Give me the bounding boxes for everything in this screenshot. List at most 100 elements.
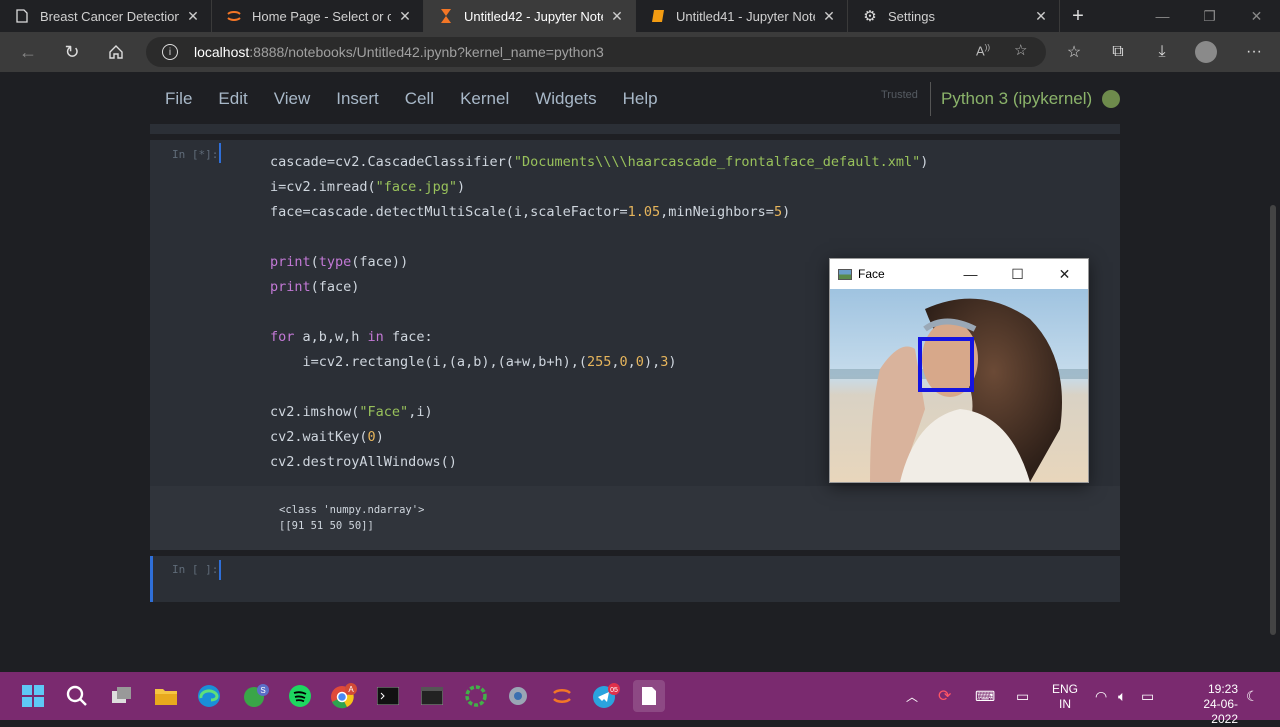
read-aloud-icon[interactable]: A)): [976, 43, 990, 58]
volume-icon[interactable]: 🔈︎: [1118, 672, 1126, 720]
task-view-icon[interactable]: [106, 680, 138, 712]
close-icon[interactable]: ✕: [1041, 259, 1088, 289]
window-app-icon: [838, 268, 852, 280]
menu-view[interactable]: View: [261, 89, 324, 109]
kernel-status-icon: [1102, 90, 1121, 108]
lang-line2: IN: [1059, 697, 1071, 711]
cell-prompt: In [*]:: [172, 148, 219, 161]
face-image: [830, 289, 1088, 482]
url-path: :8888/notebooks/Untitled42.ipynb?kernel_…: [249, 44, 604, 60]
settings-gear-icon[interactable]: [502, 680, 534, 712]
tab-breast-cancer-detection[interactable]: Breast Cancer Detection ✕: [0, 0, 212, 32]
home-icon[interactable]: [94, 32, 138, 72]
menu-help[interactable]: Help: [610, 89, 671, 109]
show-hidden-icons[interactable]: ︿: [906, 672, 918, 720]
tab-label: Home Page - Select or crea: [252, 8, 391, 24]
close-icon[interactable]: ✕: [1033, 8, 1049, 24]
code-line: print(face): [270, 279, 360, 295]
menu-widgets[interactable]: Widgets: [522, 89, 609, 109]
face-window-title: Face: [858, 267, 885, 281]
wifi-icon[interactable]: ◠: [1095, 672, 1107, 720]
add-favorite-icon[interactable]: ☆: [1014, 41, 1027, 59]
face-window[interactable]: Face — ☐ ✕: [829, 258, 1089, 483]
window-controls: — ❐ ✕: [1139, 0, 1280, 32]
spotify-icon[interactable]: [284, 680, 316, 712]
tab-settings[interactable]: ⚙ Settings ✕: [848, 0, 1060, 32]
code-line: cv2.imshow("Face",i): [270, 404, 433, 420]
new-tab-button[interactable]: +: [1060, 0, 1096, 32]
start-icon[interactable]: [17, 680, 49, 712]
url-host: localhost: [194, 44, 250, 60]
terminal-icon[interactable]: [372, 680, 404, 712]
edge-icon[interactable]: [193, 680, 225, 712]
back-icon[interactable]: ←: [6, 32, 50, 72]
chrome-icon[interactable]: A: [328, 680, 360, 712]
tab-untitled41[interactable]: Untitled41 - Jupyter Notebo ✕: [636, 0, 848, 32]
file-explorer-icon[interactable]: [150, 680, 182, 712]
info-icon[interactable]: i: [162, 44, 178, 60]
address-bar-row: ← ↻ i localhost:8888/notebooks/Untitled4…: [0, 32, 1280, 72]
clock[interactable]: 19:23 24-06-2022: [1178, 682, 1238, 727]
sync-icon[interactable]: ⟳: [938, 672, 951, 720]
code-line: cascade=cv2.CascadeClassifier("Documents…: [270, 154, 929, 170]
favorites-icon[interactable]: ☆: [1052, 42, 1096, 62]
cell-cursor: [219, 560, 221, 580]
language-indicator[interactable]: ENG IN: [1052, 682, 1078, 712]
jupyter-icon: [226, 8, 242, 24]
tab-label: Untitled41 - Jupyter Notebo: [676, 8, 815, 24]
menu-cell[interactable]: Cell: [392, 89, 447, 109]
kernel-indicator[interactable]: Python 3 (ipykernel): [930, 82, 1121, 116]
menu-kernel[interactable]: Kernel: [447, 89, 522, 109]
collections-icon[interactable]: ⧉: [1096, 43, 1140, 61]
gear-icon: ⚙: [863, 8, 877, 25]
close-icon[interactable]: ✕: [397, 8, 413, 24]
more-icon[interactable]: ···: [1232, 43, 1276, 61]
hourglass-icon: [438, 8, 454, 24]
maximize-icon[interactable]: ☐: [994, 259, 1041, 289]
output-line: [[91 51 50 50]]: [279, 520, 374, 532]
menu-edit[interactable]: Edit: [205, 89, 260, 109]
menu-insert[interactable]: Insert: [323, 89, 392, 109]
jupyter-app-icon[interactable]: [546, 680, 578, 712]
profile-avatar[interactable]: [1195, 41, 1217, 63]
cell-prompt: In [ ]:: [172, 563, 219, 576]
output-line: <class 'numpy.ndarray'>: [279, 504, 425, 516]
anaconda-icon[interactable]: [460, 680, 492, 712]
terminal-2-icon[interactable]: [416, 680, 448, 712]
menu-file[interactable]: File: [152, 89, 205, 109]
code-line: cv2.waitKey(0): [270, 429, 384, 445]
display-icon[interactable]: ▭: [1016, 672, 1029, 720]
notebook-top-edge: [150, 124, 1120, 134]
browser-tab-bar: Breast Cancer Detection ✕ Home Page - Se…: [0, 0, 1280, 32]
search-icon[interactable]: [61, 680, 93, 712]
empty-code-cell[interactable]: [150, 556, 1120, 602]
trusted-indicator[interactable]: Trusted: [881, 89, 918, 101]
code-line: face=cascade.detectMultiScale(i,scaleFac…: [270, 204, 791, 220]
tab-home-page[interactable]: Home Page - Select or crea ✕: [212, 0, 424, 32]
moon-icon[interactable]: ☾: [1246, 672, 1259, 720]
page-scrollbar[interactable]: [1270, 205, 1276, 635]
close-icon[interactable]: ✕: [185, 8, 201, 24]
code-line: i=cv2.imread("face.jpg"): [270, 179, 466, 195]
minimize-icon[interactable]: —: [947, 259, 994, 289]
keyboard-icon[interactable]: ⌨: [975, 672, 995, 720]
close-window-icon[interactable]: ✕: [1233, 0, 1280, 32]
code-line: i=cv2.rectangle(i,(a,b),(a+w,b+h),(255,0…: [270, 354, 677, 370]
restore-icon[interactable]: ❐: [1186, 0, 1233, 32]
book-icon: [650, 8, 666, 24]
refresh-icon[interactable]: ↻: [50, 32, 94, 72]
notepad-icon[interactable]: [633, 680, 665, 712]
code-line: print(type(face)): [270, 254, 409, 270]
skype-icon[interactable]: S: [240, 680, 272, 712]
minimize-icon[interactable]: —: [1139, 0, 1186, 32]
tab-label: Breast Cancer Detection: [40, 8, 179, 24]
tab-untitled42[interactable]: Untitled42 - Jupyter Notebo ✕: [424, 0, 636, 32]
close-icon[interactable]: ✕: [609, 8, 625, 24]
downloads-icon[interactable]: ⤓: [1140, 43, 1184, 61]
page-icon: [14, 8, 30, 24]
telegram-icon[interactable]: 05: [590, 680, 622, 712]
url-field[interactable]: i localhost:8888/notebooks/Untitled42.ip…: [146, 37, 1046, 67]
battery-icon[interactable]: ▭: [1141, 672, 1154, 720]
close-icon[interactable]: ✕: [821, 8, 837, 24]
svg-text:A: A: [348, 685, 354, 694]
